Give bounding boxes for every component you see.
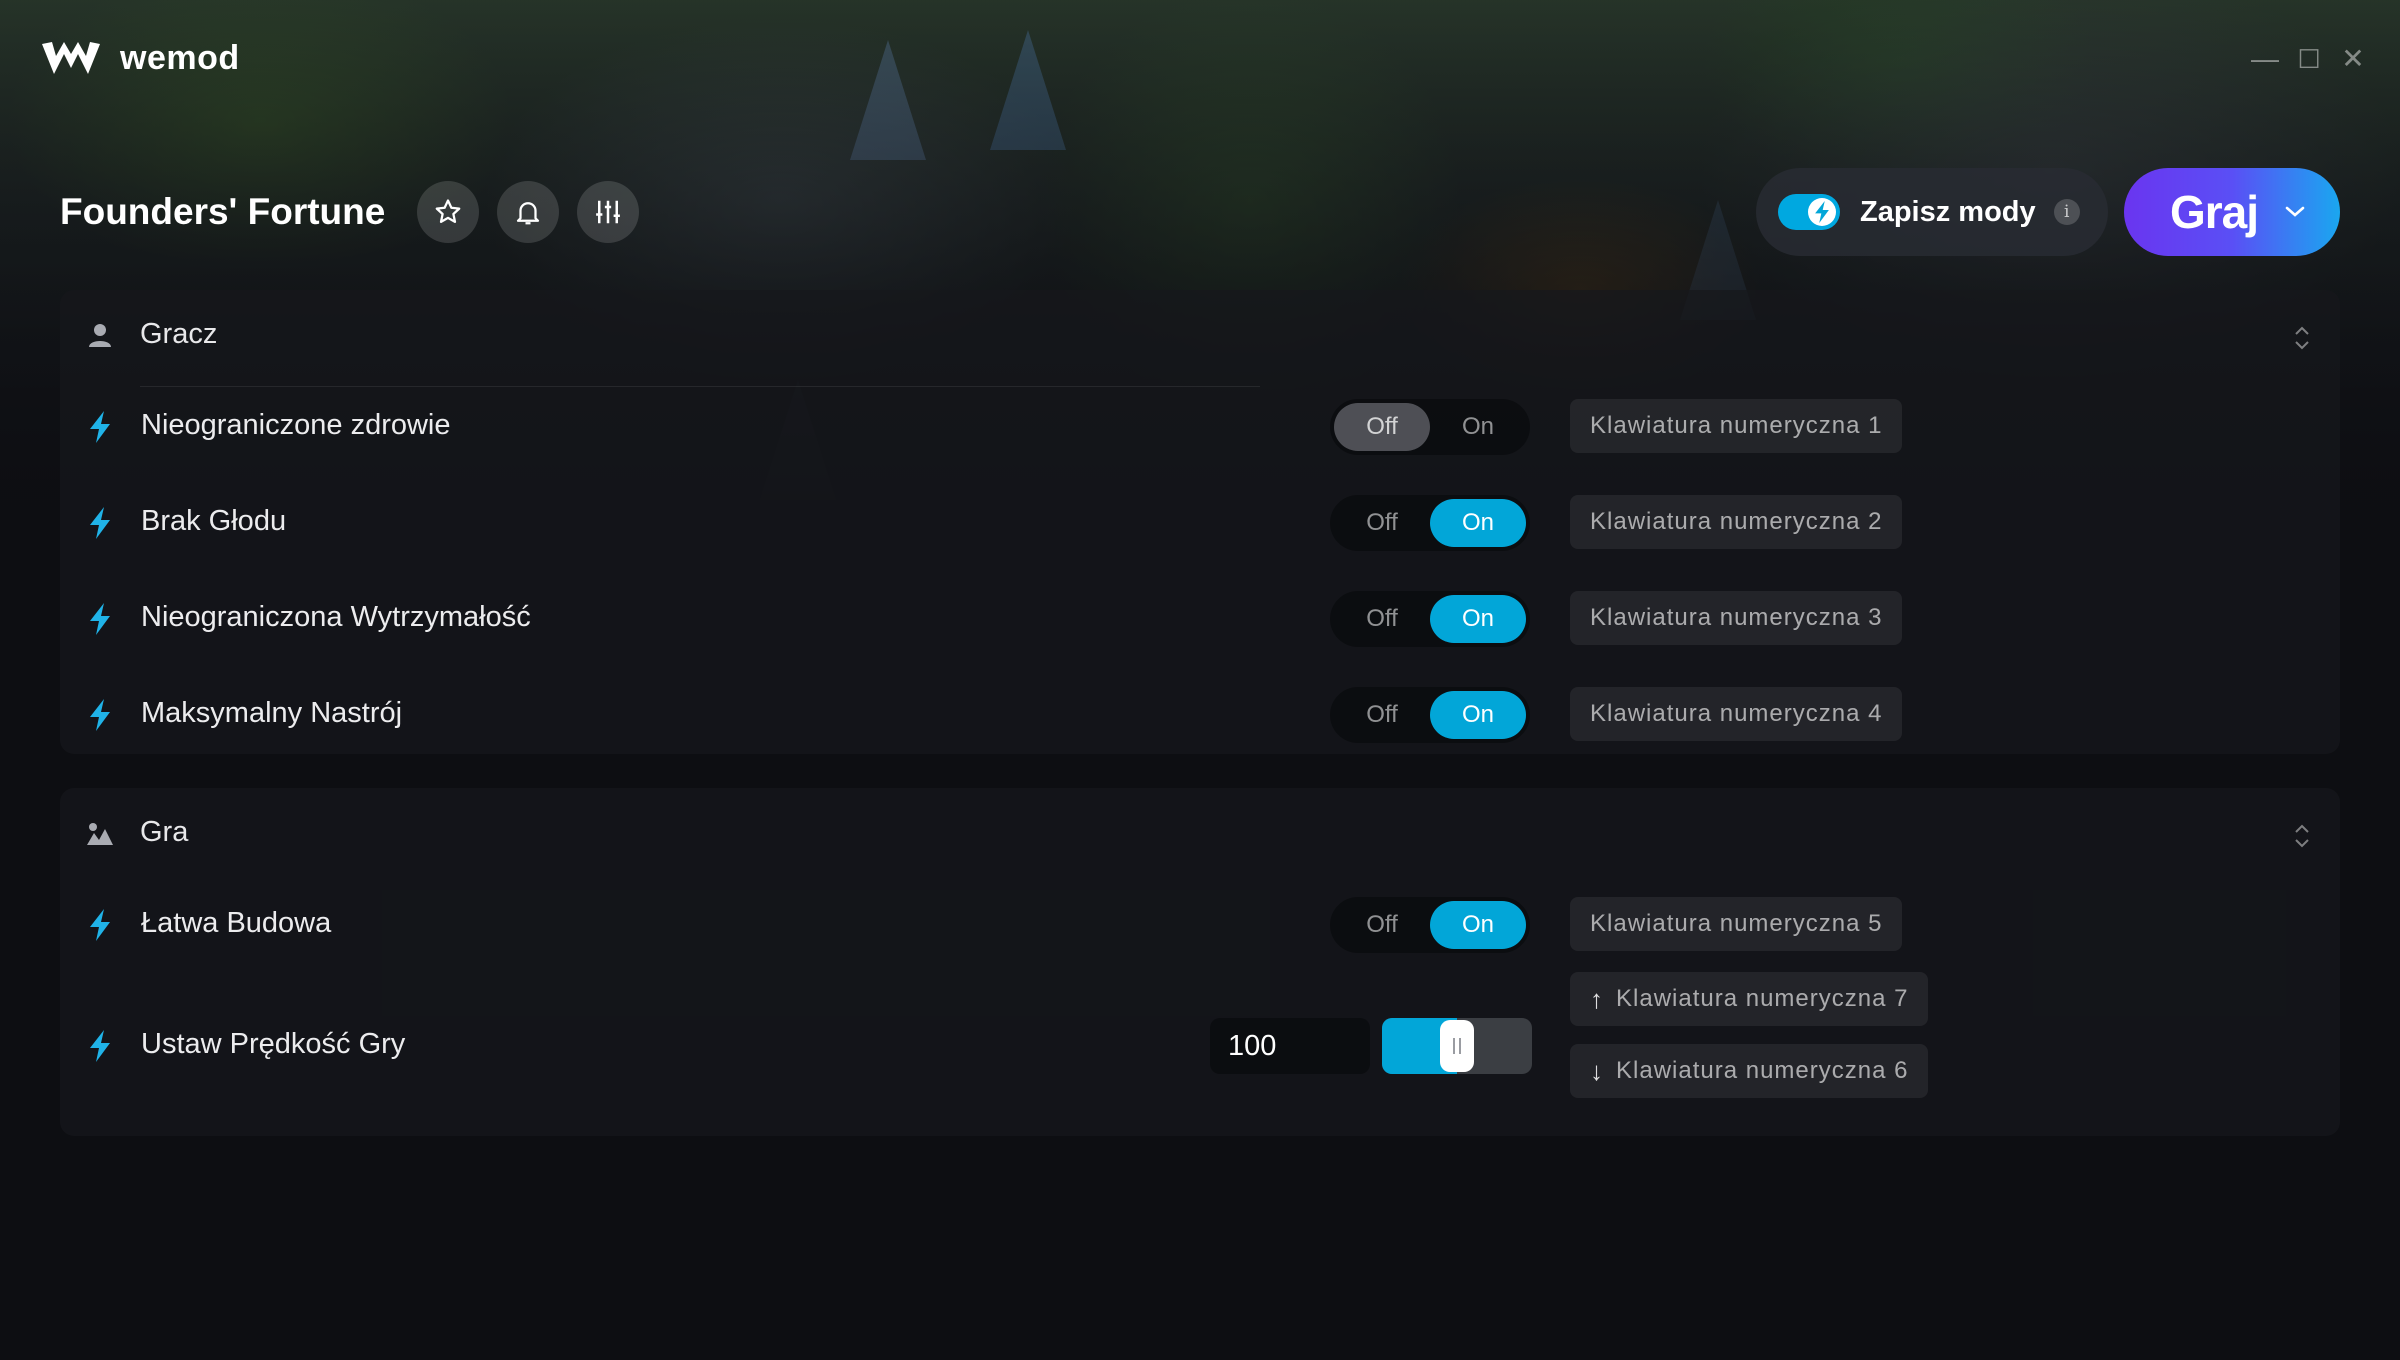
toggle-off-option[interactable]: Off: [1334, 901, 1430, 949]
mod-row: Maksymalny Nastrój Off On Klawiatura num…: [60, 667, 2340, 763]
bolt-icon: [90, 1030, 110, 1062]
toggle-on-option[interactable]: On: [1430, 595, 1526, 643]
mod-label: Brak Głodu: [141, 505, 287, 537]
section-title: Gracz: [140, 318, 218, 350]
game-header: Founders' Fortune: [60, 180, 657, 244]
mod-toggle[interactable]: Off On: [1330, 495, 1530, 551]
bolt-icon: [90, 909, 110, 941]
landscape-icon: [87, 823, 113, 845]
collapse-icon[interactable]: [2290, 324, 2314, 352]
mod-toggle[interactable]: Off On: [1330, 897, 1530, 953]
mod-label: Nieograniczone zdrowie: [141, 409, 451, 441]
chevron-down-icon[interactable]: [2284, 205, 2306, 219]
notifications-button[interactable]: [497, 181, 560, 243]
slider-thumb[interactable]: [1440, 1020, 1474, 1072]
save-mods-knob: [1808, 198, 1836, 226]
toggle-on-option[interactable]: On: [1430, 499, 1526, 547]
arrow-down-icon: ↓: [1590, 1056, 1604, 1086]
bolt-icon: [90, 603, 110, 635]
mod-toggle[interactable]: Off On: [1330, 399, 1530, 455]
mod-label: Maksymalny Nastrój: [141, 697, 403, 729]
toggle-off-option[interactable]: Off: [1334, 499, 1430, 547]
hotkey-up-button[interactable]: ↑ Klawiatura numeryczna 7: [1570, 972, 1929, 1026]
collapse-icon[interactable]: [2290, 822, 2314, 850]
wemod-logo-icon: [42, 42, 100, 74]
section-title: Gra: [140, 816, 189, 848]
game-settings-button[interactable]: [577, 181, 640, 243]
bolt-icon: [90, 411, 110, 443]
bolt-icon: [1815, 201, 1829, 223]
game-speed-slider[interactable]: [1382, 1018, 1532, 1074]
hotkey-down-button[interactable]: ↓ Klawiatura numeryczna 6: [1570, 1044, 1929, 1098]
hotkey-button[interactable]: Klawiatura numeryczna 4: [1570, 687, 1903, 741]
save-mods-toggle[interactable]: [1778, 194, 1840, 230]
mod-row: Nieograniczone zdrowie Off On Klawiatura…: [60, 379, 2340, 475]
game-speed-input[interactable]: 100: [1210, 1018, 1370, 1074]
save-mods-control[interactable]: Zapisz mody i: [1756, 168, 2108, 256]
toggle-on-option[interactable]: On: [1430, 691, 1526, 739]
sliders-icon: [596, 200, 621, 224]
mod-label: Ustaw Prędkość Gry: [141, 1028, 406, 1060]
star-icon: [435, 199, 461, 223]
user-icon: [89, 324, 111, 347]
bolt-icon: [90, 507, 110, 539]
game-title: Founders' Fortune: [60, 191, 386, 232]
arrow-up-icon: ↑: [1590, 984, 1604, 1014]
maximize-button[interactable]: ☐: [2294, 44, 2324, 74]
minimize-button[interactable]: —: [2250, 44, 2280, 74]
bolt-icon: [90, 699, 110, 731]
app-logo: wemod: [40, 38, 240, 78]
mod-toggle[interactable]: Off On: [1330, 591, 1530, 647]
mod-row: Nieograniczona Wytrzymałość Off On Klawi…: [60, 571, 2340, 667]
app-name: wemod: [120, 38, 240, 77]
toggle-on-option[interactable]: On: [1430, 901, 1526, 949]
title-bar: wemod — ☐ ✕: [0, 0, 2400, 120]
section-header: Gra: [60, 788, 2340, 884]
toggle-on-option[interactable]: On: [1430, 403, 1526, 451]
favorite-button[interactable]: [417, 181, 480, 243]
mod-label: Nieograniczona Wytrzymałość: [141, 601, 531, 633]
section-header: Gracz: [60, 290, 2340, 386]
mod-label: Łatwa Budowa: [141, 907, 332, 939]
mod-toggle[interactable]: Off On: [1330, 687, 1530, 743]
save-mods-label: Zapisz mody: [1860, 195, 2036, 228]
hotkey-button[interactable]: Klawiatura numeryczna 2: [1570, 495, 1903, 549]
section-gracz: Gracz Nieograniczone zdrowie Off On Klaw…: [60, 290, 2340, 754]
mod-row: Łatwa Budowa Off On Klawiatura numeryczn…: [60, 877, 2340, 973]
close-button[interactable]: ✕: [2338, 44, 2368, 74]
play-label: Graj: [2170, 186, 2259, 238]
mod-row-slider: Ustaw Prędkość Gry 100 ↑ Klawiatura nume…: [60, 972, 2340, 1128]
play-button[interactable]: Graj: [2124, 168, 2340, 256]
bell-icon: [517, 202, 540, 225]
section-gra: Gra Łatwa Budowa Off On Klawiatura numer…: [60, 788, 2340, 1136]
info-icon[interactable]: i: [2053, 199, 2080, 225]
hotkey-up-label: Klawiatura numeryczna 7: [1616, 985, 1909, 1012]
hotkey-button[interactable]: Klawiatura numeryczna 1: [1570, 399, 1903, 453]
hotkey-down-label: Klawiatura numeryczna 6: [1616, 1057, 1909, 1084]
mod-row: Brak Głodu Off On Klawiatura numeryczna …: [60, 475, 2340, 571]
hotkey-button[interactable]: Klawiatura numeryczna 3: [1570, 591, 1903, 645]
toggle-off-option[interactable]: Off: [1334, 403, 1430, 451]
toggle-off-option[interactable]: Off: [1334, 595, 1430, 643]
toggle-off-option[interactable]: Off: [1334, 691, 1430, 739]
hotkey-button[interactable]: Klawiatura numeryczna 5: [1570, 897, 1903, 951]
